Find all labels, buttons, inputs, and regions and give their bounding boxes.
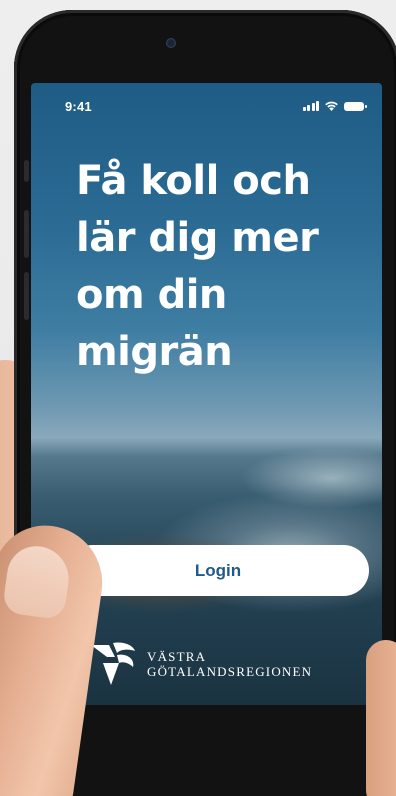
brand-line-1: VÄSTRA: [147, 649, 207, 664]
brand-line-2: GÖTALANDSREGIONEN: [147, 664, 313, 679]
headline-line-2: lär dig mer: [76, 215, 319, 261]
thumb-nail: [1, 542, 73, 621]
brand-text: VÄSTRA GÖTALANDSREGIONEN: [147, 649, 312, 679]
login-button[interactable]: Login: [67, 545, 369, 596]
hero-headline: Få koll och lär dig mer om din migrän: [76, 153, 366, 381]
volume-up-button: [24, 210, 29, 258]
volume-down-button: [24, 272, 29, 320]
status-time: 9:41: [65, 99, 92, 114]
signal-icon: [302, 101, 319, 111]
mute-switch: [24, 160, 29, 182]
status-bar: 9:41: [31, 83, 382, 129]
battery-icon: [344, 102, 367, 111]
status-icons: [302, 100, 367, 111]
vgr-logo-icon: [91, 642, 135, 685]
vgr-brand: VÄSTRA GÖTALANDSREGIONEN: [89, 641, 312, 687]
front-camera: [166, 38, 176, 48]
headline-line-1: Få koll och: [76, 158, 311, 204]
photo-stage: 9:41 Få koll och lär dig mer om din migr…: [0, 0, 396, 796]
finger-right: [366, 640, 396, 796]
headline-line-3: om din: [76, 272, 227, 318]
wifi-icon: [325, 101, 338, 111]
headline-line-4: migrän: [76, 329, 233, 375]
